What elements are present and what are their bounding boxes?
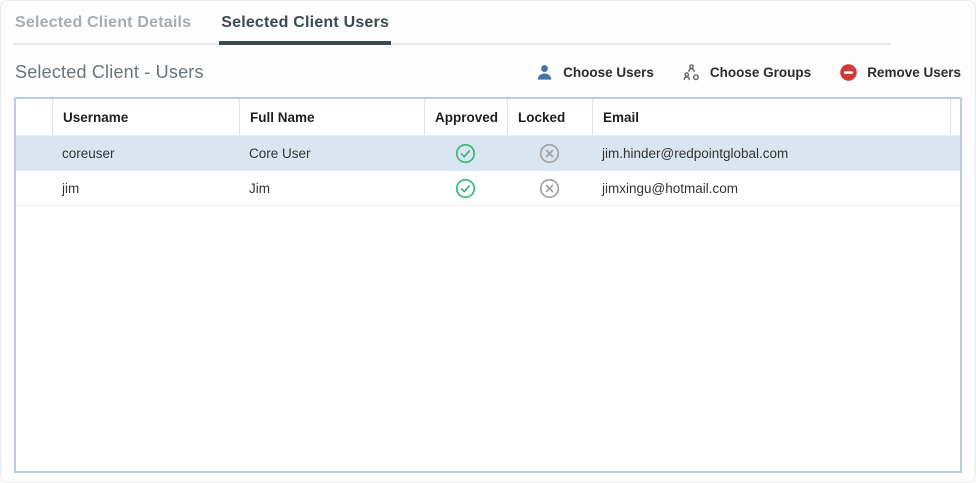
approved-check-icon bbox=[424, 178, 507, 199]
users-table-panel: Username Full Name Approved Locked Email… bbox=[14, 97, 962, 473]
header-scrollbar-gutter bbox=[950, 99, 961, 135]
choose-users-label: Choose Users bbox=[563, 65, 654, 80]
header-selector-column bbox=[16, 99, 52, 135]
locked-cross-icon bbox=[507, 143, 592, 164]
tab-selected-client-users[interactable]: Selected Client Users bbox=[219, 12, 391, 45]
locked-cross-icon bbox=[507, 178, 592, 199]
page-title: Selected Client - Users bbox=[15, 62, 535, 83]
header-email[interactable]: Email bbox=[592, 99, 950, 135]
email-cell: jim.hinder@redpointglobal.com bbox=[592, 146, 950, 161]
header-locked[interactable]: Locked bbox=[507, 99, 592, 135]
tab-bar: Selected Client Details Selected Client … bbox=[13, 12, 891, 45]
remove-users-label: Remove Users bbox=[867, 65, 961, 80]
header-username[interactable]: Username bbox=[52, 99, 239, 135]
remove-icon bbox=[839, 63, 858, 82]
toolbar: Selected Client - Users Choose Users bbox=[15, 62, 961, 83]
table-header-row: Username Full Name Approved Locked Email bbox=[16, 99, 960, 136]
full-name-cell: Jim bbox=[239, 181, 424, 196]
table-row[interactable]: coreuser Core User jim.hinder@redpointgl… bbox=[16, 136, 960, 171]
header-approved[interactable]: Approved bbox=[424, 99, 507, 135]
choose-groups-label: Choose Groups bbox=[710, 65, 811, 80]
username-cell: jim bbox=[52, 181, 239, 196]
header-full-name[interactable]: Full Name bbox=[239, 99, 424, 135]
choose-groups-button[interactable]: Choose Groups bbox=[682, 63, 811, 82]
choose-users-button[interactable]: Choose Users bbox=[535, 63, 654, 82]
group-icon bbox=[682, 63, 701, 82]
remove-users-button[interactable]: Remove Users bbox=[839, 63, 961, 82]
tab-selected-client-details[interactable]: Selected Client Details bbox=[13, 12, 193, 45]
approved-check-icon bbox=[424, 143, 507, 164]
user-icon bbox=[535, 63, 554, 82]
email-cell: jimxingu@hotmail.com bbox=[592, 181, 950, 196]
full-name-cell: Core User bbox=[239, 146, 424, 161]
table-row[interactable]: jim Jim jimxingu@hotmail.com bbox=[16, 171, 960, 206]
username-cell: coreuser bbox=[52, 146, 239, 161]
toolbar-buttons: Choose Users Choose Groups bbox=[535, 63, 961, 82]
